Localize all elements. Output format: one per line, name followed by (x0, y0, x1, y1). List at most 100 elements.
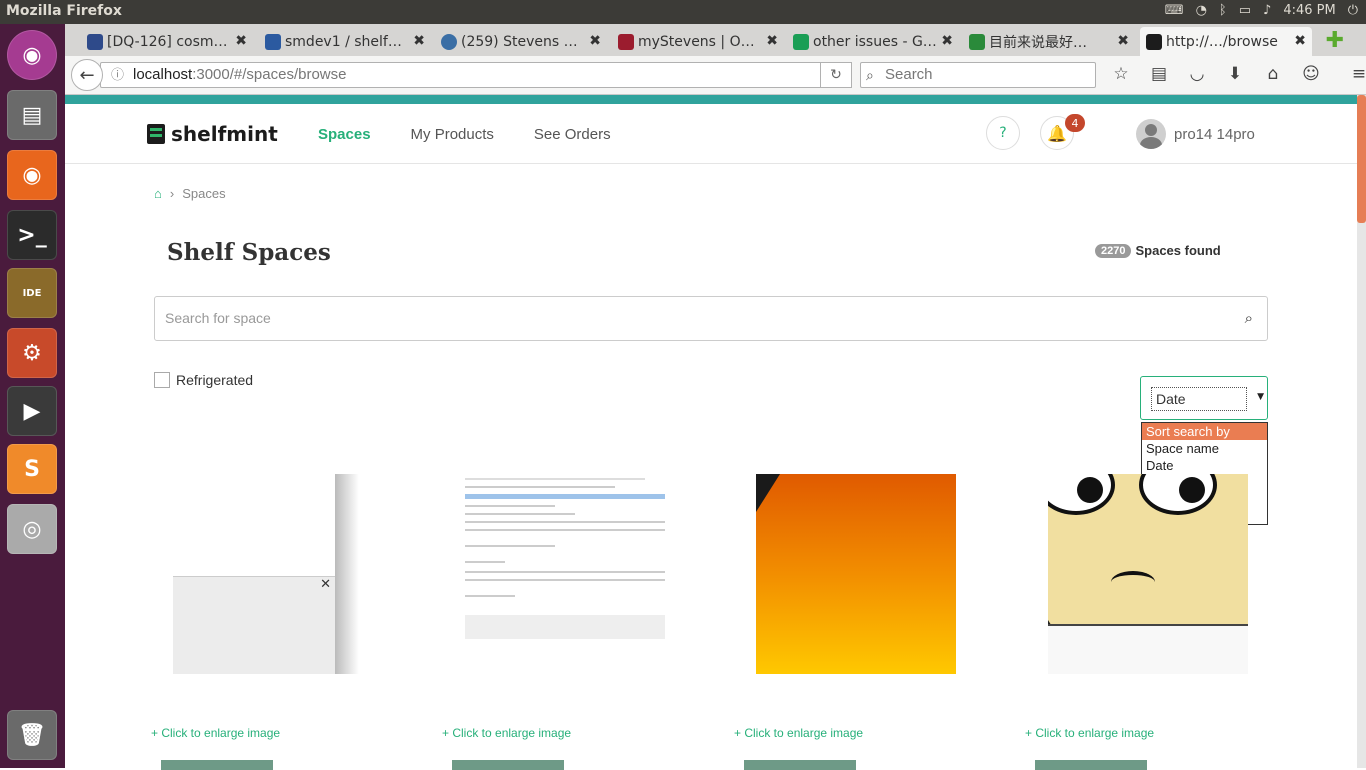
page-scrollbar[interactable] (1357, 95, 1366, 768)
space-action-button[interactable] (744, 760, 856, 770)
files-icon[interactable]: ▤ (7, 90, 57, 140)
enlarge-link[interactable]: + Click to enlarge image (734, 726, 863, 740)
code-line (465, 513, 575, 515)
code-line (465, 529, 665, 531)
scrollbar-thumb[interactable] (1357, 95, 1366, 223)
settings-icon[interactable]: ⚙ (7, 328, 57, 378)
nav-toolbar: ⓘ localhost:3000/#/spaces/browse ← ↻ ⌕ S… (65, 56, 1366, 95)
disk-icon[interactable]: ◎ (7, 504, 57, 554)
enlarge-link[interactable]: + Click to enlarge image (1025, 726, 1154, 740)
space-image[interactable] (756, 474, 956, 674)
space-image[interactable]: ✕ (173, 474, 373, 674)
java-ide-icon[interactable]: IDE (7, 268, 57, 318)
reload-icon: ↻ (830, 67, 842, 83)
refrigerated-filter[interactable]: Refrigerated (154, 372, 253, 388)
tab-close-icon[interactable]: ✖ (589, 33, 601, 49)
eye (1048, 474, 1115, 515)
site-nav: Spaces My Products See Orders (318, 126, 611, 143)
site-logo[interactable]: shelfmint (147, 122, 278, 146)
enlarge-link[interactable]: + Click to enlarge image (442, 726, 571, 740)
browser-search-placeholder: Search (885, 66, 933, 83)
sort-option[interactable]: Sort search by (1142, 423, 1267, 440)
tab-strip: [DQ-126] cosm… ✖ smdev1 / shelf… ✖ (259)… (65, 24, 1366, 56)
ubuntu-icon[interactable]: ◉ (7, 30, 57, 80)
home-icon[interactable]: ⌂ (154, 186, 162, 201)
image-shadow (335, 474, 359, 674)
space-image[interactable] (465, 474, 665, 674)
bookmark-star-icon[interactable]: ☆ (1109, 64, 1133, 84)
eye (1139, 474, 1217, 515)
tab-active[interactable]: http://…/browse ✖ (1140, 27, 1312, 56)
mouth (1111, 571, 1155, 593)
tab-2[interactable]: smdev1 / shelf… ✖ (259, 27, 431, 56)
nav-see-orders[interactable]: See Orders (534, 126, 611, 143)
notifications-button[interactable]: 🔔 4 (1040, 114, 1085, 150)
logo-mark-icon (147, 124, 165, 144)
code-line (465, 561, 505, 563)
menu-icon[interactable]: ≡ (1347, 64, 1366, 84)
url-bar[interactable]: ⓘ localhost:3000/#/spaces/browse (100, 62, 852, 88)
tab-1[interactable]: [DQ-126] cosm… ✖ (81, 27, 253, 56)
tab-6[interactable]: 目前来说最好… ✖ (963, 27, 1135, 56)
space-search-placeholder: Search for space (165, 310, 271, 326)
tab-close-icon[interactable]: ✖ (941, 33, 953, 49)
reload-button[interactable]: ↻ (820, 62, 852, 88)
tab-favicon-icon (793, 34, 809, 50)
nav-spaces[interactable]: Spaces (318, 126, 371, 143)
nav-my-products[interactable]: My Products (411, 126, 494, 143)
sort-option[interactable]: Space name (1142, 440, 1267, 457)
space-action-button[interactable] (1035, 760, 1147, 770)
breadcrumb: ⌂ › Spaces (154, 186, 226, 201)
space-search-input[interactable]: Search for space ⌕ (154, 296, 1268, 341)
code-line (465, 545, 555, 547)
space-action-button[interactable] (452, 760, 564, 770)
tab-close-icon[interactable]: ✖ (1117, 33, 1129, 49)
tab-5[interactable]: other issues - G… ✖ (787, 27, 959, 56)
trash-icon[interactable]: 🗑 (7, 710, 57, 760)
sublime-icon[interactable]: S (7, 444, 57, 494)
firefox-icon[interactable]: ◉ (7, 150, 57, 200)
sort-option[interactable]: Date (1142, 457, 1267, 474)
tab-label: (259) Stevens … (461, 33, 578, 50)
help-button[interactable]: ? (986, 116, 1020, 150)
pocket-icon[interactable]: ◡ (1185, 64, 1209, 84)
back-button[interactable]: ← (71, 59, 103, 91)
battery-icon[interactable]: ▭ (1239, 3, 1251, 18)
breadcrumb-separator: › (169, 186, 175, 201)
sort-select[interactable]: Date ▼ (1140, 376, 1268, 420)
space-action-button[interactable] (161, 760, 273, 770)
app-title: Mozilla Firefox (6, 3, 122, 19)
chat-icon[interactable]: ☺ (1299, 64, 1323, 84)
new-tab-icon[interactable]: ✚ (1326, 28, 1344, 53)
code-line (465, 505, 555, 507)
os-top-panel: Mozilla Firefox ⌨ ◔ ᛒ ▭ ♪ 4:46 PM ⏻ (0, 0, 1366, 24)
volume-icon[interactable]: ♪ (1263, 3, 1271, 18)
wifi-icon[interactable]: ◔ (1196, 3, 1207, 18)
reading-list-icon[interactable]: ▤ (1147, 64, 1171, 84)
arrow-left-icon: ← (79, 64, 95, 86)
refrigerated-checkbox[interactable] (154, 372, 170, 388)
download-icon[interactable]: ⬇ (1223, 64, 1247, 84)
keyboard-icon[interactable]: ⌨ (1165, 3, 1184, 18)
tab-close-icon[interactable]: ✖ (413, 33, 425, 49)
tab-close-icon[interactable]: ✖ (235, 33, 247, 49)
tab-3[interactable]: (259) Stevens … ✖ (435, 27, 607, 56)
home-icon[interactable]: ⌂ (1261, 64, 1285, 84)
bluetooth-icon[interactable]: ᛒ (1219, 3, 1227, 18)
tab-close-icon[interactable]: ✖ (766, 33, 778, 49)
enlarge-link[interactable]: + Click to enlarge image (151, 726, 280, 740)
browser-search-input[interactable]: ⌕ Search (860, 62, 1096, 88)
video-icon[interactable]: ▶ (7, 386, 57, 436)
image-panel: ✕ (173, 576, 335, 674)
tab-favicon-icon (1146, 34, 1162, 50)
power-icon[interactable]: ⏻ (1348, 3, 1358, 18)
clock[interactable]: 4:46 PM (1283, 3, 1335, 18)
tab-close-icon[interactable]: ✖ (1294, 33, 1306, 49)
toolbar-icons: ☆ ▤ ◡ ⬇ ⌂ ☺ ≡ (1109, 64, 1366, 84)
user-menu[interactable]: pro14 14pro (1136, 119, 1255, 149)
search-icon[interactable]: ⌕ (1245, 297, 1253, 340)
space-image[interactable] (1048, 474, 1248, 674)
info-icon[interactable]: ⓘ (111, 63, 124, 87)
tab-4[interactable]: myStevens | O… ✖ (612, 27, 784, 56)
terminal-icon[interactable]: >_ (7, 210, 57, 260)
